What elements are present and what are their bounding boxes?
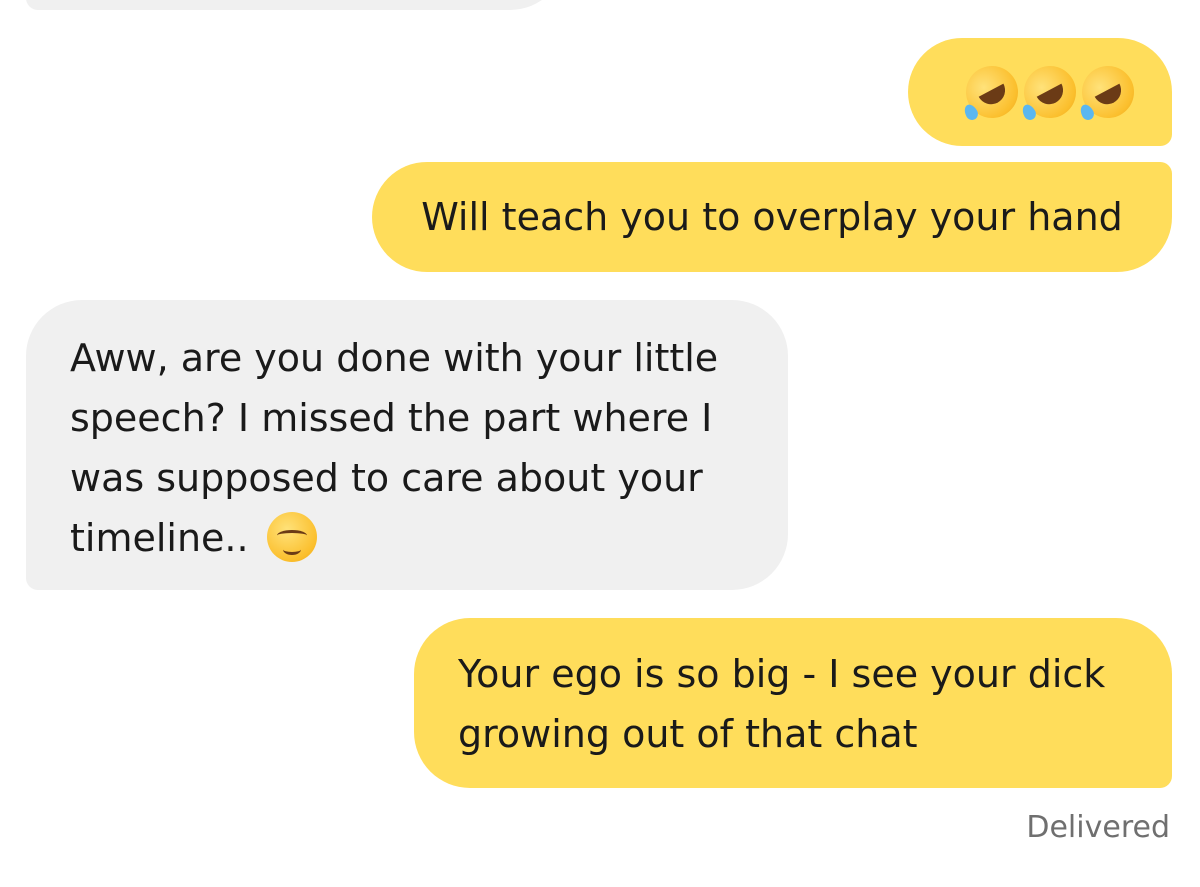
message-bubble-sent-emoji[interactable]: [908, 38, 1172, 146]
message-bubble-received[interactable]: Aww, are you done with your little speec…: [26, 300, 788, 590]
rofl-emoji-icon: [956, 56, 1028, 128]
rofl-emoji-icon: [1014, 56, 1086, 128]
message-text-line: Your ego is so big - I see your dick: [458, 652, 1106, 696]
rofl-emoji-icon: [1072, 56, 1144, 128]
message-text-line: was supposed to care about your: [70, 456, 703, 500]
message-text: Will teach you to overplay your hand: [421, 195, 1123, 239]
message-bubble-sent[interactable]: Will teach you to overplay your hand: [372, 162, 1172, 272]
message-text: timeline..: [70, 516, 249, 560]
delivery-status: Delivered: [1026, 810, 1170, 845]
message-bubble-sent[interactable]: Your ego is so big - I see your dick gro…: [414, 618, 1172, 788]
message-text-line: Aww, are you done with your little: [70, 336, 719, 380]
relieved-face-emoji-icon: [266, 511, 317, 562]
message-text-line: speech? I missed the part where I: [70, 396, 713, 440]
message-text-line-last: timeline..: [70, 508, 744, 568]
chat-thread: Will teach you to overplay your hand Aww…: [0, 0, 1200, 887]
message-bubble-received-partial[interactable]: [26, 0, 566, 10]
message-text-line: growing out of that chat: [458, 712, 918, 756]
